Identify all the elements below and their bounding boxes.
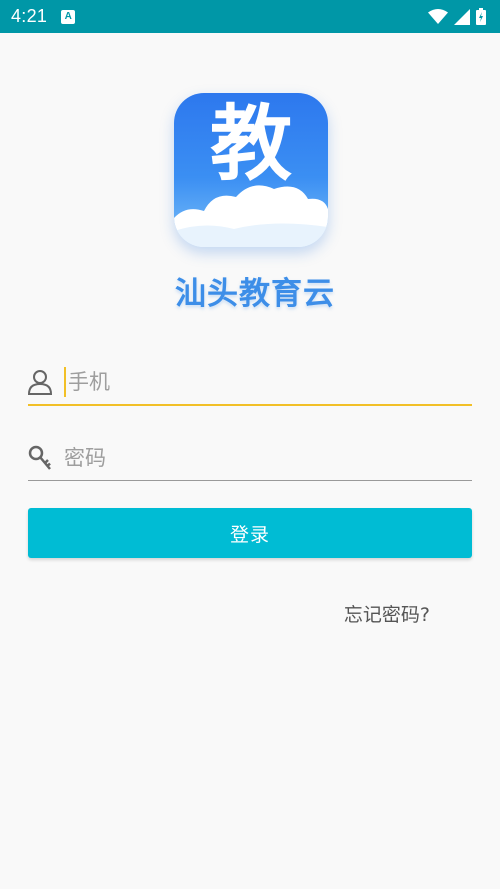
phone-field[interactable] (28, 360, 472, 406)
battery-icon (476, 8, 486, 25)
user-icon (28, 368, 56, 396)
key-icon (28, 444, 56, 472)
status-time: 4:21 (11, 6, 48, 26)
notification-icon-letter: A (64, 11, 72, 22)
forgot-password-link[interactable]: 忘记密码? (344, 600, 430, 627)
login-button[interactable]: 登录 (28, 508, 472, 558)
logo-character: 教 (209, 97, 292, 192)
status-bar: 4:21 A (0, 0, 500, 33)
status-icons (428, 8, 486, 25)
signal-icon (454, 8, 470, 25)
wifi-icon (428, 8, 448, 24)
notification-icon: A (61, 9, 76, 24)
login-screen: 4:21 A 教 汕头教育云 手机 登录 忘记密码? (0, 0, 500, 889)
password-input[interactable] (64, 446, 472, 470)
app-logo-icon: 教 (174, 93, 328, 247)
app-name: 汕头教育云 (175, 276, 335, 312)
password-field[interactable] (28, 436, 472, 481)
phone-input[interactable] (68, 370, 472, 394)
text-cursor (64, 367, 66, 397)
